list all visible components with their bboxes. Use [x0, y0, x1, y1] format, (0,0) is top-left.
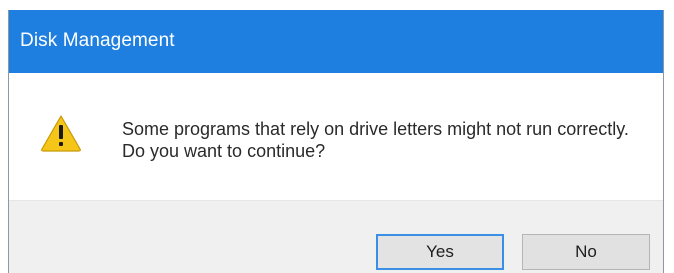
dialog-content: Some programs that rely on drive letters…: [9, 73, 663, 200]
no-button[interactable]: No: [522, 234, 650, 270]
dialog-title: Disk Management: [20, 30, 175, 51]
disk-management-dialog: Disk Management Some programs that rely …: [8, 10, 664, 273]
yes-button[interactable]: Yes: [376, 234, 504, 270]
title-bar[interactable]: Disk Management: [9, 10, 663, 73]
warning-icon: [40, 114, 82, 152]
dialog-button-bar: Yes No: [9, 200, 663, 273]
dialog-message: Some programs that rely on drive letters…: [122, 119, 629, 161]
